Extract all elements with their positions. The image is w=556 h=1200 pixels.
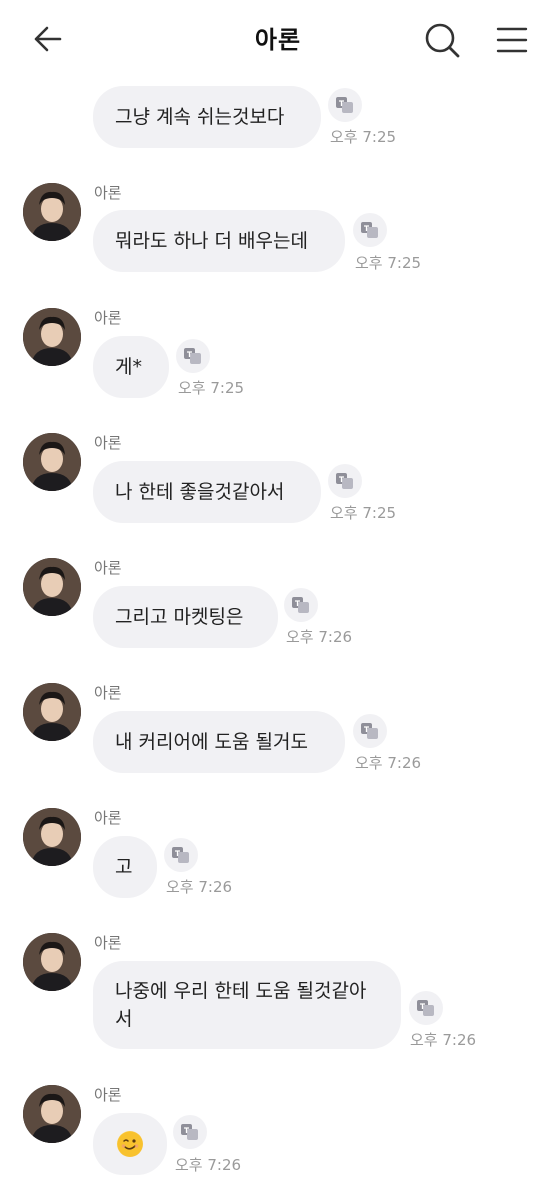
avatar[interactable] xyxy=(23,308,81,366)
message-bubble[interactable]: 게* xyxy=(93,336,169,398)
avatar-photo xyxy=(23,808,81,866)
avatar-photo xyxy=(23,683,81,741)
message-time: 오후 7:26 xyxy=(410,1031,477,1049)
message-bubble[interactable]: 그리고 마켓팅은 xyxy=(93,586,278,648)
message-bubble[interactable]: 고 xyxy=(93,836,157,898)
translate-button[interactable] xyxy=(164,838,198,872)
message-time: 오후 7:25 xyxy=(330,128,397,146)
translate-icon xyxy=(181,1124,198,1140)
translate-button[interactable] xyxy=(328,464,362,498)
translate-button[interactable] xyxy=(353,714,387,748)
message-bubble[interactable]: 내 커리어에 도움 될거도 xyxy=(93,711,345,773)
translate-icon xyxy=(172,847,189,863)
sender-name: 아론 xyxy=(94,1086,122,1104)
avatar[interactable] xyxy=(23,183,81,241)
translate-icon xyxy=(336,97,353,113)
avatar-photo xyxy=(23,933,81,991)
sender-name: 아론 xyxy=(94,934,122,952)
message-text: 게* xyxy=(115,356,142,378)
message-list: 그냥 계속 쉬는것보다 오후 7:25 아론 뭐라도 하나 더 배우는데 오후 … xyxy=(0,0,556,1200)
translate-icon xyxy=(417,1000,434,1016)
avatar-photo xyxy=(23,308,81,366)
avatar[interactable] xyxy=(23,1085,81,1143)
sender-name: 아론 xyxy=(94,184,122,202)
sender-name: 아론 xyxy=(94,434,122,452)
avatar-photo xyxy=(23,558,81,616)
message-text: 그냥 계속 쉬는것보다 xyxy=(115,106,285,128)
translate-button[interactable] xyxy=(328,88,362,122)
message-text: 내 커리어에 도움 될거도 xyxy=(115,731,308,753)
avatar-photo xyxy=(23,1085,81,1143)
avatar[interactable] xyxy=(23,933,81,991)
message-text: 나중에 우리 한테 도움 될것같아서 xyxy=(115,980,367,1030)
message-bubble[interactable]: 나 한테 좋을것같아서 xyxy=(93,461,321,523)
sender-name: 아론 xyxy=(94,559,122,577)
translate-button[interactable] xyxy=(409,991,443,1025)
message-time: 오후 7:26 xyxy=(166,878,233,896)
message-time: 오후 7:26 xyxy=(175,1156,242,1174)
sender-name: 아론 xyxy=(94,809,122,827)
translate-icon xyxy=(361,723,378,739)
translate-icon xyxy=(361,222,378,238)
sender-name: 아론 xyxy=(94,309,122,327)
message-time: 오후 7:25 xyxy=(355,254,422,272)
message-text: 그리고 마켓팅은 xyxy=(115,606,244,628)
avatar[interactable] xyxy=(23,433,81,491)
message-text: 뭐라도 하나 더 배우는데 xyxy=(115,230,308,252)
avatar[interactable] xyxy=(23,683,81,741)
translate-button[interactable] xyxy=(176,339,210,373)
translate-button[interactable] xyxy=(173,1115,207,1149)
message-time: 오후 7:26 xyxy=(286,628,353,646)
avatar-photo xyxy=(23,183,81,241)
avatar-photo xyxy=(23,433,81,491)
sender-name: 아론 xyxy=(94,684,122,702)
translate-icon xyxy=(292,597,309,613)
message-text: 나 한테 좋을것같아서 xyxy=(115,481,285,503)
avatar[interactable] xyxy=(23,558,81,616)
message-text: 고 xyxy=(115,856,133,878)
message-bubble[interactable]: 뭐라도 하나 더 배우는데 xyxy=(93,210,345,272)
translate-icon xyxy=(336,473,353,489)
avatar[interactable] xyxy=(23,808,81,866)
message-bubble[interactable]: 나중에 우리 한테 도움 될것같아서 xyxy=(93,961,401,1049)
wink-emoji-icon xyxy=(117,1131,143,1157)
message-time: 오후 7:25 xyxy=(178,379,245,397)
translate-button[interactable] xyxy=(353,213,387,247)
message-time: 오후 7:25 xyxy=(330,504,397,522)
translate-button[interactable] xyxy=(284,588,318,622)
message-time: 오후 7:26 xyxy=(355,754,422,772)
message-bubble[interactable] xyxy=(93,1113,167,1175)
translate-icon xyxy=(184,348,201,364)
message-bubble[interactable]: 그냥 계속 쉬는것보다 xyxy=(93,86,321,148)
